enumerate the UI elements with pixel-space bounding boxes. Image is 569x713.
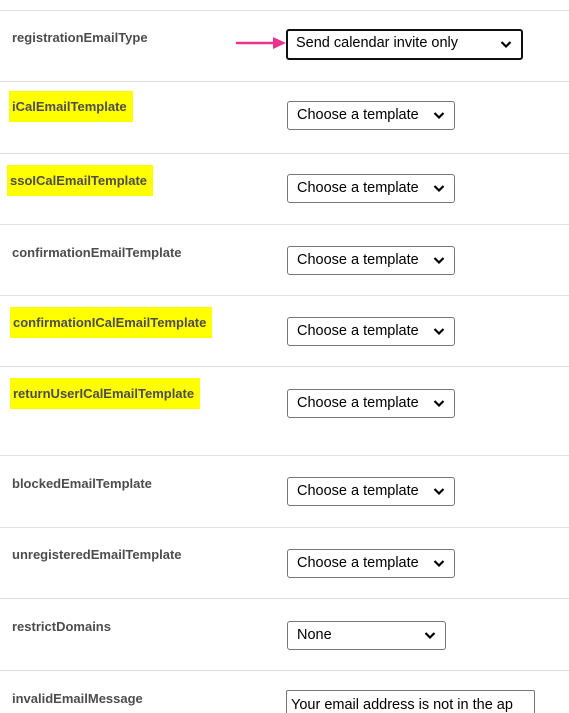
chevron-down-icon [433, 185, 445, 193]
row-divider [0, 527, 569, 528]
row-divider [0, 670, 569, 671]
row-divider [0, 10, 569, 11]
ical-email-template-select[interactable]: Choose a template [287, 101, 455, 130]
invalid-email-message-value: Your email address is not in the ap [291, 697, 513, 713]
restrict-domains-value: None [297, 627, 332, 643]
chevron-down-icon [424, 632, 436, 640]
row-divider [0, 455, 569, 456]
invalid-email-message-input[interactable]: Your email address is not in the ap [286, 690, 535, 713]
return-user-ical-email-template-value: Choose a template [297, 395, 419, 411]
blocked-email-template-select[interactable]: Choose a template [287, 477, 455, 506]
return-user-ical-email-template-select[interactable]: Choose a template [287, 389, 455, 418]
row-divider [0, 598, 569, 599]
row-divider [0, 153, 569, 154]
email-settings-form: registrationEmailType Send calendar invi… [0, 0, 569, 713]
chevron-down-icon [433, 560, 445, 568]
confirmation-ical-email-template-select[interactable]: Choose a template [287, 317, 455, 346]
unregistered-email-template-value: Choose a template [297, 555, 419, 571]
unregistered-email-template-label: unregisteredEmailTemplate [12, 547, 182, 562]
chevron-down-icon [500, 41, 512, 49]
confirmation-email-template-select[interactable]: Choose a template [287, 246, 455, 275]
arrow-right-icon [235, 37, 286, 49]
restrict-domains-select[interactable]: None [287, 621, 446, 650]
sso-ical-email-template-value: Choose a template [297, 180, 419, 196]
confirmation-ical-email-template-value: Choose a template [297, 323, 419, 339]
row-divider [0, 366, 569, 367]
row-divider [0, 224, 569, 225]
ical-email-template-value: Choose a template [297, 107, 419, 123]
return-user-ical-email-template-label: returnUserICalEmailTemplate [10, 378, 201, 409]
confirmation-email-template-value: Choose a template [297, 252, 419, 268]
chevron-down-icon [433, 488, 445, 496]
registration-email-type-label: registrationEmailType [12, 30, 148, 45]
chevron-down-icon [433, 328, 445, 336]
sso-ical-email-template-select[interactable]: Choose a template [287, 174, 455, 203]
sso-ical-email-template-label: ssoICalEmailTemplate [7, 165, 154, 196]
chevron-down-icon [433, 400, 445, 408]
unregistered-email-template-select[interactable]: Choose a template [287, 549, 455, 578]
blocked-email-template-value: Choose a template [297, 483, 419, 499]
restrict-domains-label: restrictDomains [12, 619, 111, 634]
confirmation-ical-email-template-label: confirmationICalEmailTemplate [10, 307, 213, 338]
registration-email-type-value: Send calendar invite only [296, 35, 459, 51]
confirmation-email-template-label: confirmationEmailTemplate [12, 245, 182, 260]
chevron-down-icon [433, 257, 445, 265]
registration-email-type-select[interactable]: Send calendar invite only [286, 29, 523, 60]
chevron-down-icon [433, 112, 445, 120]
ical-email-template-label: iCalEmailTemplate [9, 91, 133, 122]
invalid-email-message-label: invalidEmailMessage [12, 691, 143, 706]
row-divider [0, 81, 569, 82]
blocked-email-template-label: blockedEmailTemplate [12, 476, 152, 491]
row-divider [0, 295, 569, 296]
